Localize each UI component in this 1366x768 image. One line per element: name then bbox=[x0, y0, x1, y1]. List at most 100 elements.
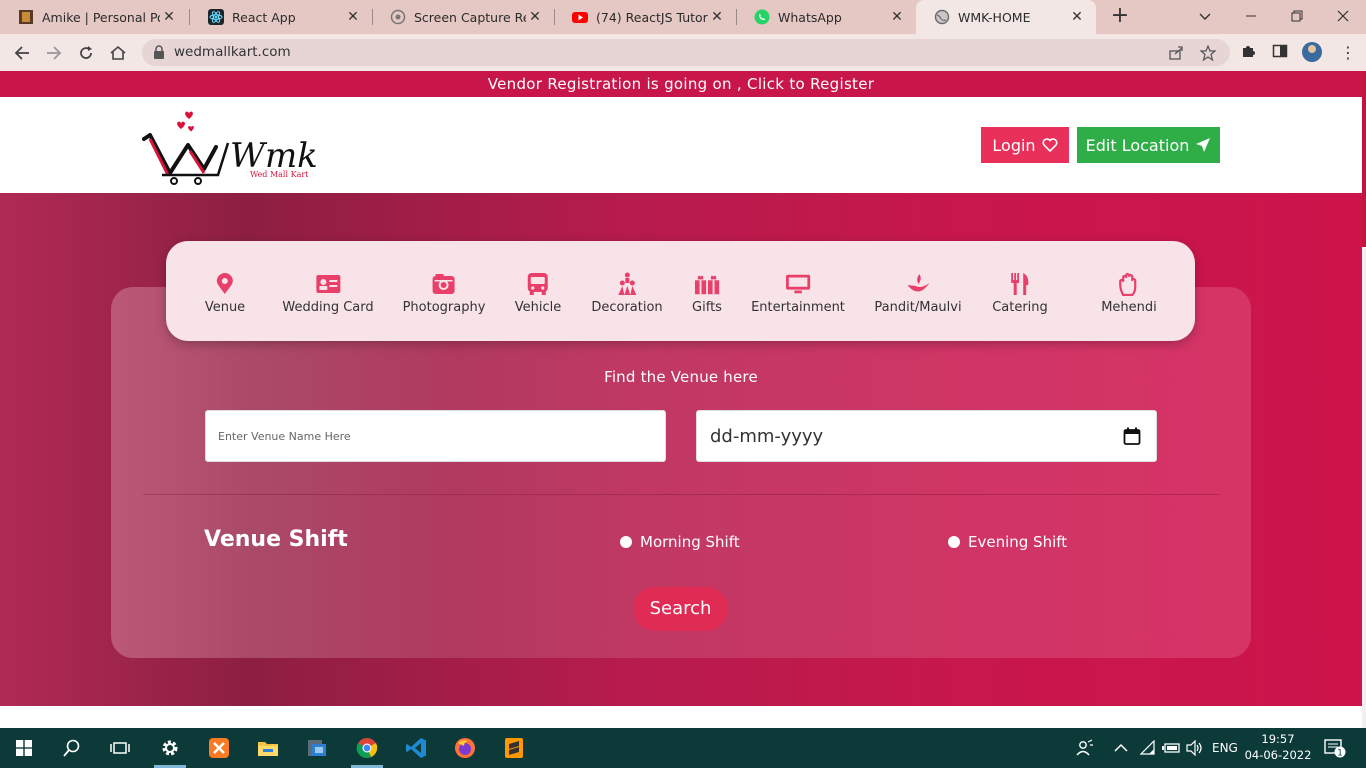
file-explorer-icon[interactable] bbox=[248, 732, 288, 764]
address-bar[interactable]: wedmallkart.com bbox=[142, 39, 1230, 66]
wifi-icon[interactable] bbox=[1140, 728, 1158, 768]
login-button[interactable]: Login bbox=[981, 127, 1069, 163]
close-tab-icon[interactable]: ✕ bbox=[344, 9, 362, 25]
back-button[interactable] bbox=[9, 40, 35, 66]
firefox-icon[interactable] bbox=[445, 732, 485, 764]
location-arrow-icon bbox=[1196, 138, 1211, 152]
hero-section: Venue Wedding Card Photography Vehicle D… bbox=[0, 193, 1362, 706]
settings-gear-icon[interactable] bbox=[150, 732, 190, 768]
tab-title: React App bbox=[232, 9, 296, 25]
windows-start-icon[interactable] bbox=[4, 732, 44, 764]
forward-button[interactable] bbox=[41, 40, 67, 66]
calendar-icon[interactable] bbox=[1123, 427, 1141, 445]
restore-button[interactable] bbox=[1274, 4, 1320, 28]
people-icon[interactable] bbox=[1076, 728, 1094, 768]
vscode-icon[interactable] bbox=[396, 732, 436, 764]
tab-youtube[interactable]: (74) ReactJS Tutorial - ✕ bbox=[554, 0, 736, 34]
category-gifts[interactable]: Gifts bbox=[692, 271, 722, 315]
category-label: Pandit/Maulvi bbox=[874, 300, 962, 315]
tab-title: Screen Capture Result bbox=[414, 9, 526, 25]
hand-icon bbox=[1116, 271, 1142, 297]
search-button[interactable]: Search bbox=[633, 587, 728, 631]
home-button[interactable] bbox=[105, 40, 131, 66]
notifications-icon[interactable]: 1 bbox=[1324, 728, 1346, 768]
bus-icon bbox=[525, 271, 551, 297]
react-favicon-icon bbox=[208, 9, 224, 25]
decoration-icon bbox=[614, 271, 640, 297]
amike-favicon-icon bbox=[18, 9, 34, 25]
tab-react-app[interactable]: React App ✕ bbox=[190, 0, 372, 34]
wmk-logo[interactable]: Wmk Wed Mall Kart bbox=[140, 107, 318, 185]
language-text: ENG bbox=[1212, 741, 1238, 755]
camera-icon bbox=[431, 271, 457, 297]
radio-button[interactable] bbox=[948, 536, 960, 548]
tab-amike[interactable]: Amike | Personal Portf ✕ bbox=[0, 0, 188, 34]
evening-shift-label: Evening Shift bbox=[968, 533, 1068, 551]
app-installer-icon[interactable] bbox=[297, 732, 337, 764]
evening-shift-radio[interactable]: Evening Shift bbox=[948, 533, 1067, 551]
tv-icon bbox=[785, 271, 811, 297]
edit-location-button[interactable]: Edit Location bbox=[1077, 127, 1220, 163]
language-indicator[interactable]: ENG bbox=[1212, 728, 1238, 768]
sublime-text-icon[interactable] bbox=[494, 732, 534, 764]
search-icon[interactable] bbox=[52, 732, 92, 764]
browser-menu-icon[interactable]: ⋮ bbox=[1340, 43, 1356, 63]
profile-avatar[interactable] bbox=[1302, 42, 1322, 62]
category-wedding-card[interactable]: Wedding Card bbox=[282, 271, 374, 315]
whatsapp-favicon-icon bbox=[754, 9, 770, 25]
minimize-button[interactable] bbox=[1228, 4, 1274, 28]
side-panel-icon[interactable] bbox=[1270, 43, 1290, 63]
category-label: Mehendi bbox=[1101, 300, 1157, 315]
extensions-puzzle-icon[interactable] bbox=[1238, 43, 1258, 63]
category-entertainment[interactable]: Entertainment bbox=[751, 271, 845, 315]
category-venue[interactable]: Venue bbox=[205, 271, 245, 315]
battery-icon[interactable] bbox=[1162, 728, 1182, 768]
tab-title: Amike | Personal Portf bbox=[42, 9, 160, 25]
tab-title: (74) ReactJS Tutorial - bbox=[596, 9, 708, 25]
tab-whatsapp[interactable]: WhatsApp ✕ bbox=[736, 0, 916, 34]
morning-shift-radio[interactable]: Morning Shift bbox=[620, 533, 740, 551]
task-view-icon[interactable] bbox=[100, 732, 140, 764]
tab-wmk-home[interactable]: WMK-HOME ✕ bbox=[916, 0, 1096, 34]
share-icon[interactable] bbox=[1168, 45, 1184, 61]
tab-screen-capture[interactable]: Screen Capture Result ✕ bbox=[372, 0, 554, 34]
venue-name-input[interactable] bbox=[205, 410, 666, 462]
category-label: Photography bbox=[402, 300, 486, 315]
tab-search-chevron-icon[interactable] bbox=[1182, 4, 1228, 28]
browser-toolbar: wedmallkart.com ⋮ bbox=[0, 34, 1366, 71]
date-input[interactable]: dd-mm-yyyy bbox=[696, 410, 1157, 462]
category-catering[interactable]: Catering bbox=[992, 271, 1048, 315]
reload-button[interactable] bbox=[73, 40, 99, 66]
find-venue-heading: Find the Venue here bbox=[604, 368, 758, 386]
url-text: wedmallkart.com bbox=[174, 44, 291, 60]
bookmark-star-icon[interactable] bbox=[1199, 44, 1217, 62]
close-window-button[interactable] bbox=[1320, 4, 1366, 28]
close-tab-icon[interactable]: ✕ bbox=[526, 9, 544, 25]
category-vehicle[interactable]: Vehicle bbox=[515, 271, 561, 315]
category-label: Gifts bbox=[692, 300, 722, 315]
lock-icon bbox=[154, 45, 164, 59]
category-pandit-maulvi[interactable]: Pandit/Maulvi bbox=[874, 271, 962, 315]
id-card-icon bbox=[315, 271, 341, 297]
chrome-icon[interactable] bbox=[347, 732, 387, 768]
close-tab-icon[interactable]: ✕ bbox=[888, 9, 906, 25]
vendor-registration-banner[interactable]: Vendor Registration is going on , Click … bbox=[0, 71, 1362, 97]
close-tab-icon[interactable]: ✕ bbox=[160, 9, 178, 25]
radio-button[interactable] bbox=[620, 536, 632, 548]
scrollbar-thumb[interactable] bbox=[1362, 71, 1366, 247]
new-tab-button[interactable]: + bbox=[1108, 5, 1132, 29]
page-scrollbar[interactable] bbox=[1362, 71, 1366, 728]
date-input-value: dd-mm-yyyy bbox=[710, 426, 824, 447]
chevron-up-icon[interactable] bbox=[1114, 728, 1128, 768]
volume-icon[interactable] bbox=[1186, 728, 1204, 768]
category-bar: Venue Wedding Card Photography Vehicle D… bbox=[166, 241, 1195, 341]
close-tab-icon[interactable]: ✕ bbox=[1068, 9, 1086, 25]
close-tab-icon[interactable]: ✕ bbox=[708, 9, 726, 25]
category-label: Entertainment bbox=[751, 300, 845, 315]
category-photography[interactable]: Photography bbox=[402, 271, 486, 315]
system-clock[interactable]: 19:57 04-06-2022 bbox=[1244, 731, 1312, 763]
web-page: Vendor Registration is going on , Click … bbox=[0, 71, 1362, 728]
category-decoration[interactable]: Decoration bbox=[591, 271, 663, 315]
category-mehendi[interactable]: Mehendi bbox=[1101, 271, 1157, 315]
xampp-icon[interactable] bbox=[199, 732, 239, 764]
